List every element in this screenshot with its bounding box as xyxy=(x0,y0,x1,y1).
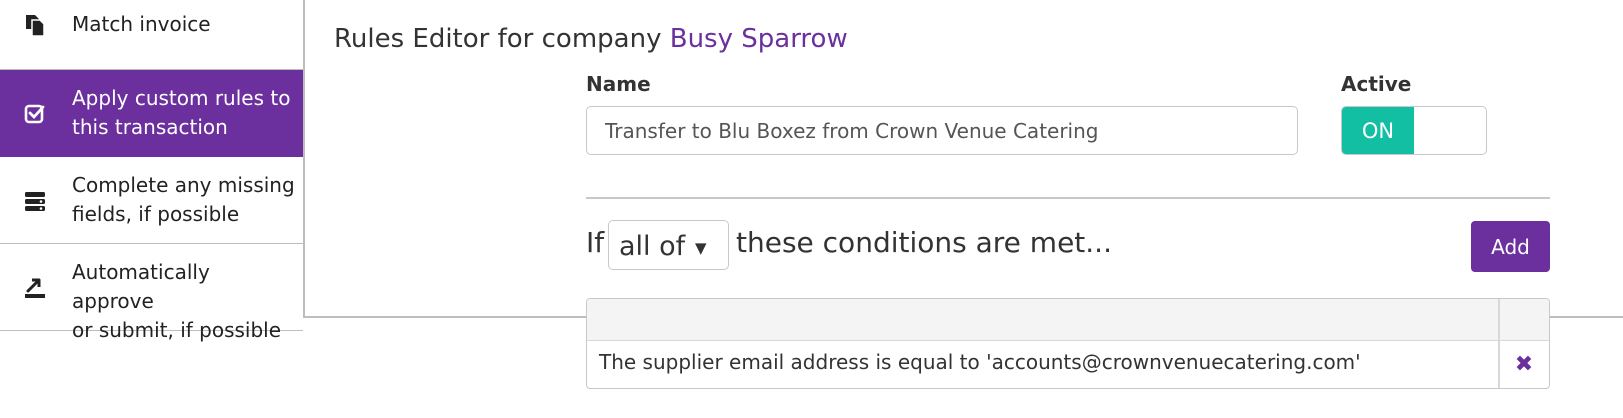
title-prefix: Rules Editor for company xyxy=(334,24,662,54)
section-divider xyxy=(586,197,1550,199)
sidebar-divider xyxy=(303,0,305,317)
conditions-table: The supplier email address is equal to '… xyxy=(586,298,1550,389)
toggle-on-state: ON xyxy=(1342,107,1414,154)
approve-arrow-icon xyxy=(22,275,48,301)
sidebar-item-label: Automatically approve or submit, if poss… xyxy=(72,260,282,342)
add-condition-button[interactable]: Add xyxy=(1471,221,1550,272)
condition-match-value: all of xyxy=(619,231,686,262)
company-name: Busy Sparrow xyxy=(669,24,848,54)
name-label: Name xyxy=(586,72,651,96)
sidebar-item-complete-missing-fields[interactable]: Complete any missing fields, if possible xyxy=(0,157,303,244)
sidebar-item-label: Complete any missing fields, if possible xyxy=(72,173,295,226)
table-header xyxy=(587,299,1549,341)
page-title: Rules Editor for company Busy Sparrow xyxy=(334,24,848,54)
active-toggle[interactable]: ON xyxy=(1341,106,1487,155)
rule-name-input[interactable] xyxy=(586,106,1298,155)
sidebar-item-auto-approve[interactable]: Automatically approve or submit, if poss… xyxy=(0,244,303,342)
sidebar-item-apply-custom-rules[interactable]: Apply custom rules to this transaction xyxy=(0,70,303,157)
documents-icon xyxy=(22,12,48,38)
checkbox-icon xyxy=(22,101,48,127)
condition-match-select[interactable]: all of ▼ xyxy=(608,220,729,270)
sidebar-item-label: Match invoice xyxy=(72,12,211,36)
sidebar-item-match-invoice[interactable]: Match invoice xyxy=(0,0,303,70)
delete-condition-button[interactable]: ✖ xyxy=(1499,341,1549,388)
active-label: Active xyxy=(1341,72,1412,96)
condition-if-label: If xyxy=(586,226,605,259)
close-icon: ✖ xyxy=(1514,352,1534,377)
condition-row-text: The supplier email address is equal to '… xyxy=(599,350,1361,374)
condition-suffix-label: these conditions are met... xyxy=(736,226,1112,259)
chevron-down-icon: ▼ xyxy=(695,239,707,257)
sidebar-item-label: Apply custom rules to this transaction xyxy=(72,86,291,139)
stacked-fields-icon xyxy=(22,188,48,214)
